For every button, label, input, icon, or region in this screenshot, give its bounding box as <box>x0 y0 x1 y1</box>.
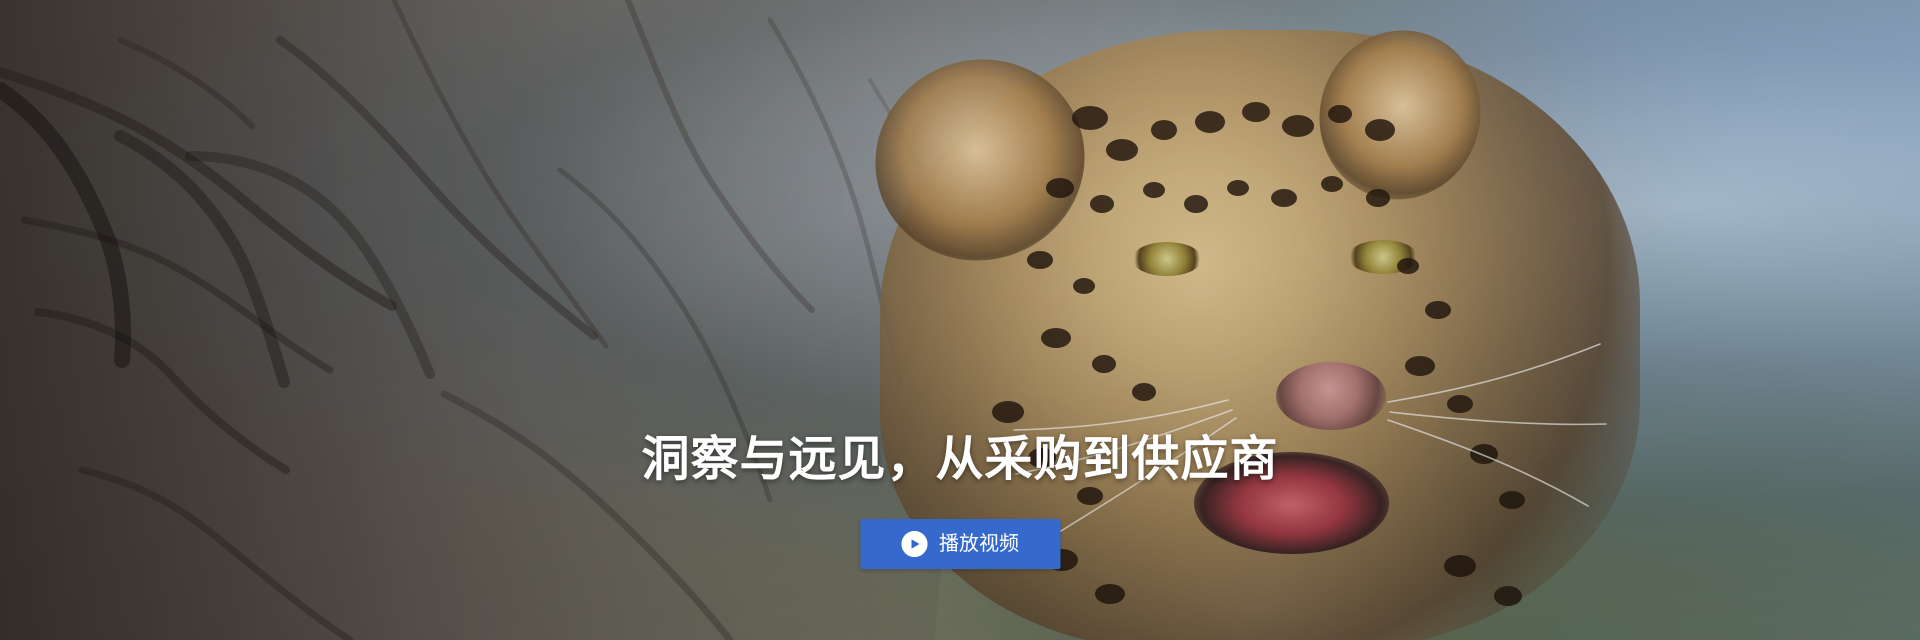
hero-content: 洞察与远见，从采购到供应商 播放视频 <box>641 431 1278 569</box>
play-video-label: 播放视频 <box>938 533 1019 555</box>
play-icon <box>900 531 927 557</box>
hero-title: 洞察与远见，从采购到供应商 <box>641 431 1279 487</box>
play-video-button[interactable]: 播放视频 <box>859 519 1060 569</box>
hero-banner: 洞察与远见，从采购到供应商 播放视频 <box>0 0 1920 640</box>
